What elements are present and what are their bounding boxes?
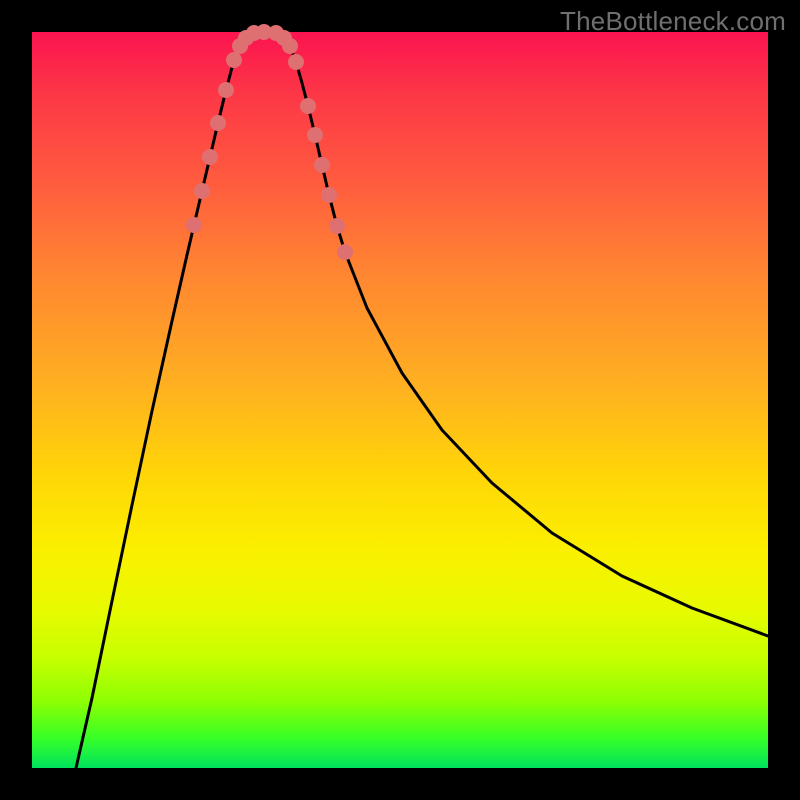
plot-area (32, 32, 768, 768)
marker-dot (226, 52, 242, 68)
marker-dot (307, 127, 323, 143)
marker-dot (218, 82, 234, 98)
marker-dot (202, 149, 218, 165)
marker-dot (329, 218, 345, 234)
watermark-text: TheBottleneck.com (560, 6, 786, 37)
marker-dot (300, 98, 316, 114)
marker-dot (314, 157, 330, 173)
curve-svg (32, 32, 768, 768)
chart-frame: TheBottleneck.com (0, 0, 800, 800)
bottleneck-curve (76, 32, 768, 768)
marker-dot (321, 187, 337, 203)
marker-dot (288, 54, 304, 70)
marker-dot (186, 217, 202, 233)
marker-dot (210, 115, 226, 131)
marker-dot (337, 244, 353, 260)
marker-dot (282, 38, 298, 54)
curve-markers (186, 24, 353, 260)
marker-dot (194, 183, 210, 199)
